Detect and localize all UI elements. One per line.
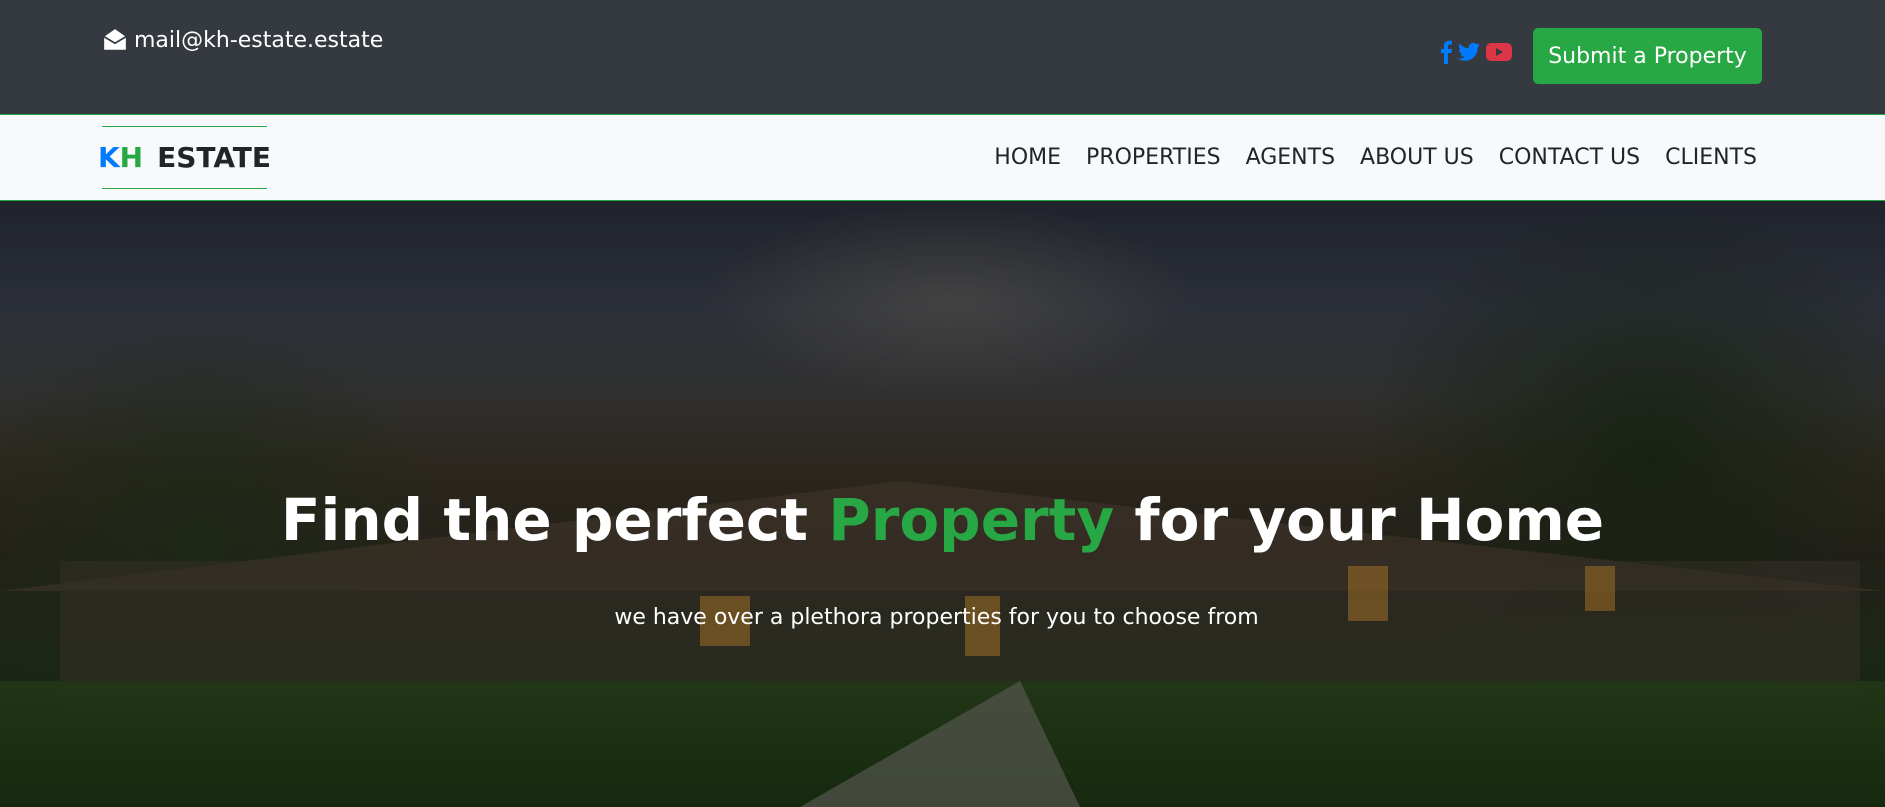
nav-home[interactable]: HOME [994,145,1061,170]
contact-email-text: mail@kh-estate.estate [134,27,384,53]
hero-title-accent: Property [828,486,1115,554]
facebook-icon[interactable] [1440,40,1452,64]
nav-links: HOME PROPERTIES AGENTS ABOUT US CONTACT … [994,115,1757,200]
youtube-icon[interactable] [1486,42,1512,62]
main-navbar: K H ESTATE HOME PROPERTIES AGENTS ABOUT US… [0,114,1885,201]
brand-word-estate: ESTATE [157,141,272,174]
top-bar: mail@kh-estate.estate Submit a Property [0,0,1885,114]
nav-agents[interactable]: AGENTS [1246,145,1335,170]
hero-subtitle: we have over a plethora properties for y… [614,605,1259,630]
nav-clients[interactable]: CLIENTS [1665,145,1757,170]
envelope-icon [103,29,127,50]
brand-logo[interactable]: K H ESTATE [98,126,271,189]
brand-letter-h: H [119,141,144,174]
hero-title-end: for your Home [1114,486,1605,554]
nav-contact-us[interactable]: CONTACT US [1499,145,1640,170]
hero-title-start: Find the perfect [280,486,829,554]
hero-title: Find the perfect Property for your Home [0,486,1885,554]
social-links [1440,40,1512,64]
hero-section: Find the perfect Property for your Home … [0,201,1885,807]
brand-letter-k: K [97,141,120,174]
nav-properties[interactable]: PROPERTIES [1086,145,1221,170]
submit-property-button[interactable]: Submit a Property [1533,28,1762,84]
nav-about-us[interactable]: ABOUT US [1360,145,1474,170]
twitter-icon[interactable] [1458,42,1480,62]
contact-email[interactable]: mail@kh-estate.estate [102,27,383,53]
